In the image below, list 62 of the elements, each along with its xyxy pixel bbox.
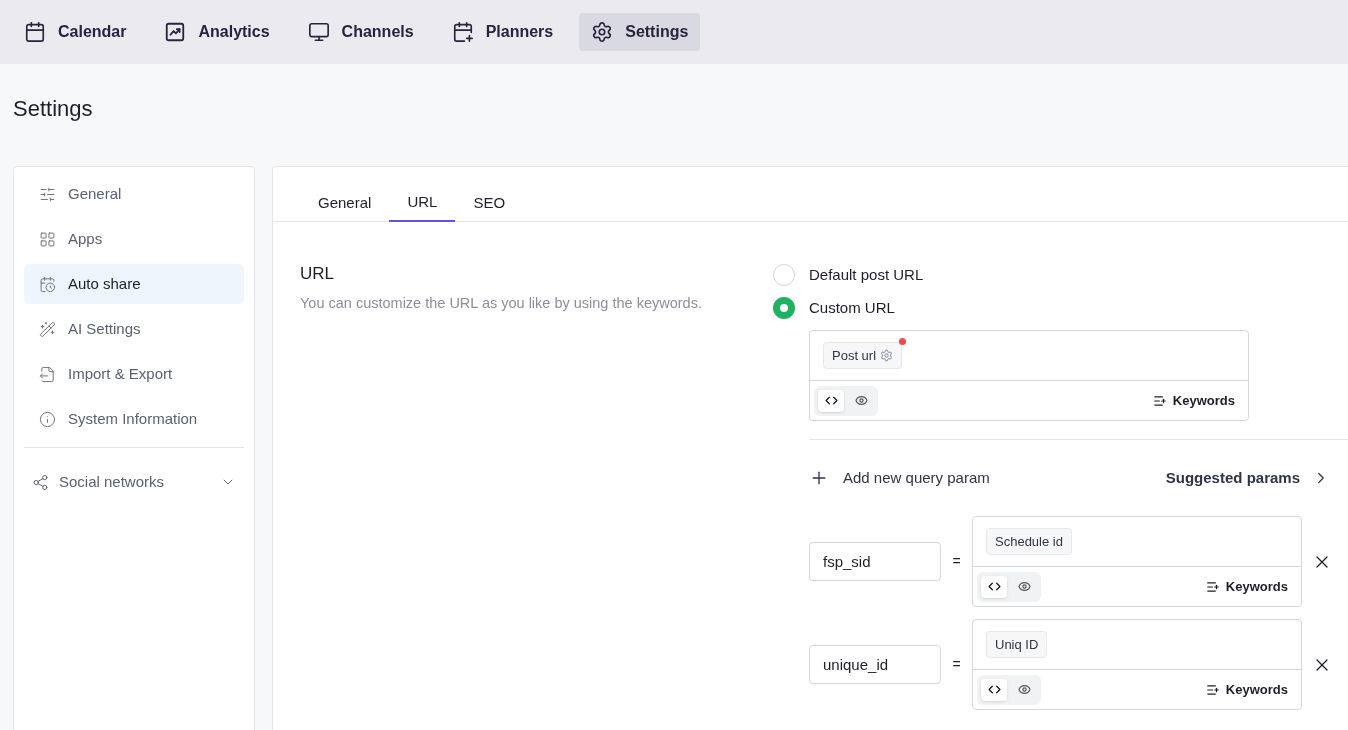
code-view-button[interactable] <box>818 389 844 412</box>
eye-icon <box>854 394 868 407</box>
equals-sign: = <box>951 552 962 571</box>
radio-label: Default post URL <box>809 264 924 285</box>
param-name-field[interactable]: fsp_sid <box>809 542 941 581</box>
nav-tab[interactable]: Settings <box>579 13 701 51</box>
social-networks-group[interactable]: Social networks <box>24 462 244 502</box>
eye-icon <box>1017 580 1031 593</box>
radio-button[interactable] <box>773 297 795 319</box>
nav-tab[interactable]: Channels <box>295 13 426 51</box>
sidebar-item[interactable]: Auto share <box>24 264 244 304</box>
monitor-icon <box>307 21 330 43</box>
sidebar-item[interactable]: Import & Export <box>24 354 244 394</box>
keyword-tag[interactable]: Schedule id <box>986 527 1072 556</box>
radio-option[interactable]: Default post URL <box>773 264 1348 286</box>
eye-icon <box>1017 683 1031 696</box>
nav-tab[interactable]: Planners <box>439 13 566 51</box>
sidebar-item[interactable]: Apps <box>24 219 244 259</box>
nav-tab[interactable]: Calendar <box>12 13 139 51</box>
code-icon <box>987 580 1001 593</box>
grid-icon <box>39 230 56 248</box>
keyword-editor[interactable]: Uniq ID Keywords <box>972 619 1302 710</box>
chart-icon <box>164 21 187 43</box>
share-icon <box>32 473 49 491</box>
file-export-icon <box>39 365 56 383</box>
keywords-button[interactable]: Keywords <box>1205 679 1288 700</box>
tab[interactable]: SEO <box>455 185 524 222</box>
sidebar-item[interactable]: General <box>24 174 244 214</box>
keyword-editor[interactable]: Schedule id Keywords <box>972 516 1302 607</box>
add-param-button[interactable]: Add new query param <box>809 466 990 490</box>
list-plus-icon <box>1205 682 1220 697</box>
calendar-icon <box>24 21 46 43</box>
list-plus-icon <box>1152 393 1167 408</box>
list-plus-icon <box>1205 579 1220 594</box>
code-view-button[interactable] <box>981 678 1007 701</box>
param-name-field[interactable]: unique_id <box>809 645 941 684</box>
keyword-tag[interactable]: Uniq ID <box>986 630 1048 659</box>
code-icon <box>987 683 1001 696</box>
sliders-icon <box>39 185 56 203</box>
equals-sign: = <box>951 655 962 674</box>
code-view-button[interactable] <box>981 575 1007 598</box>
settings-icon <box>591 21 614 43</box>
sidebar-item[interactable]: System Information <box>24 399 244 439</box>
code-icon <box>824 394 838 407</box>
radio-label: Custom URL <box>809 297 895 318</box>
suggested-params-button[interactable]: Suggested params <box>1165 466 1330 490</box>
sidebar-item[interactable]: AI Settings <box>24 309 244 349</box>
calendar-clock-icon <box>39 275 56 293</box>
section-title: URL <box>300 264 335 284</box>
page-title: Settings <box>12 95 94 123</box>
tab[interactable]: General <box>300 185 390 222</box>
keyword-tag[interactable]: Post url <box>823 341 903 370</box>
calendar-plus-icon <box>451 21 474 43</box>
keywords-button[interactable]: Keywords <box>1205 576 1288 597</box>
info-icon <box>39 410 56 428</box>
tab[interactable]: URL <box>389 185 456 222</box>
section-description: You can customize the URL as you like by using the keywords. <box>300 294 703 313</box>
keyword-editor[interactable]: Post url Keywords <box>809 330 1249 421</box>
magic-wand-icon <box>39 320 56 338</box>
nav-tab[interactable]: Analytics <box>152 13 282 51</box>
radio-option[interactable]: Custom URL <box>773 297 1348 319</box>
keywords-button[interactable]: Keywords <box>1152 390 1235 411</box>
